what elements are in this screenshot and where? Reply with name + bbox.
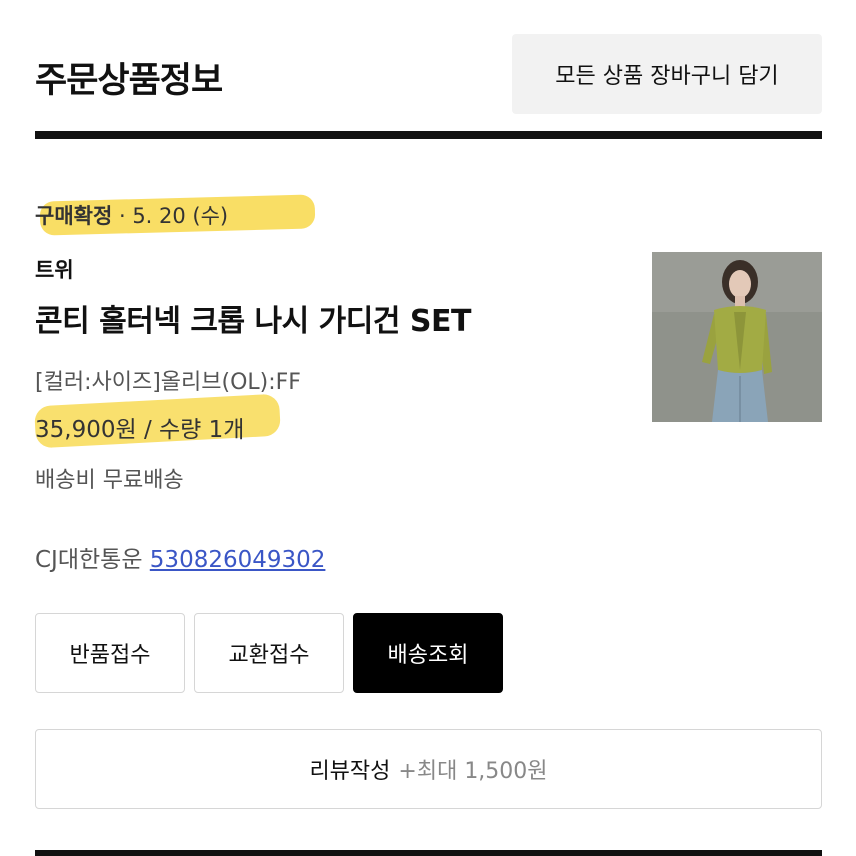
track-delivery-button[interactable]: 배송조회 — [353, 613, 503, 693]
tracking-number-link[interactable]: 530826049302 — [150, 547, 326, 573]
shipping-fee: 배송비 무료배송 — [35, 468, 184, 493]
write-review-button[interactable]: 리뷰작성 +최대 1,500원 — [35, 729, 822, 809]
status-separator: · — [112, 204, 133, 228]
product-option: [컬러:사이즈]올리브(OL):FF — [35, 370, 301, 395]
product-thumbnail[interactable] — [652, 252, 822, 422]
status-line: 구매확정 · 5. 20 (수) — [35, 198, 228, 234]
price-quantity: 35,900원 / 수량 1개 — [35, 417, 245, 443]
order-status: 구매확정 · 5. 20 (수) — [35, 194, 316, 236]
header-divider — [35, 131, 822, 139]
page-title: 주문상품정보 — [35, 61, 223, 101]
add-all-to-cart-button[interactable]: 모든 상품 장바구니 담기 — [512, 34, 822, 114]
brand-name[interactable]: 트위 — [35, 254, 74, 284]
product-name[interactable]: 콘티 홀터넥 크롭 나시 가디건 SET — [35, 296, 472, 340]
status-date: 5. 20 (수) — [132, 204, 229, 228]
courier-name: CJ대한통운 — [35, 547, 143, 573]
review-label: 리뷰작성 — [309, 759, 391, 784]
section-bottom-divider — [35, 850, 822, 856]
courier-info: CJ대한통운 530826049302 — [35, 540, 325, 574]
order-items-header: 주문상품정보 모든 상품 장바구니 담기 — [35, 34, 822, 114]
status-label: 구매확정 — [35, 204, 113, 228]
product-photo-illustration — [652, 252, 822, 422]
exchange-request-button[interactable]: 교환접수 — [194, 613, 344, 693]
review-reward-text: +최대 1,500원 — [398, 759, 548, 784]
return-request-button[interactable]: 반품접수 — [35, 613, 185, 693]
